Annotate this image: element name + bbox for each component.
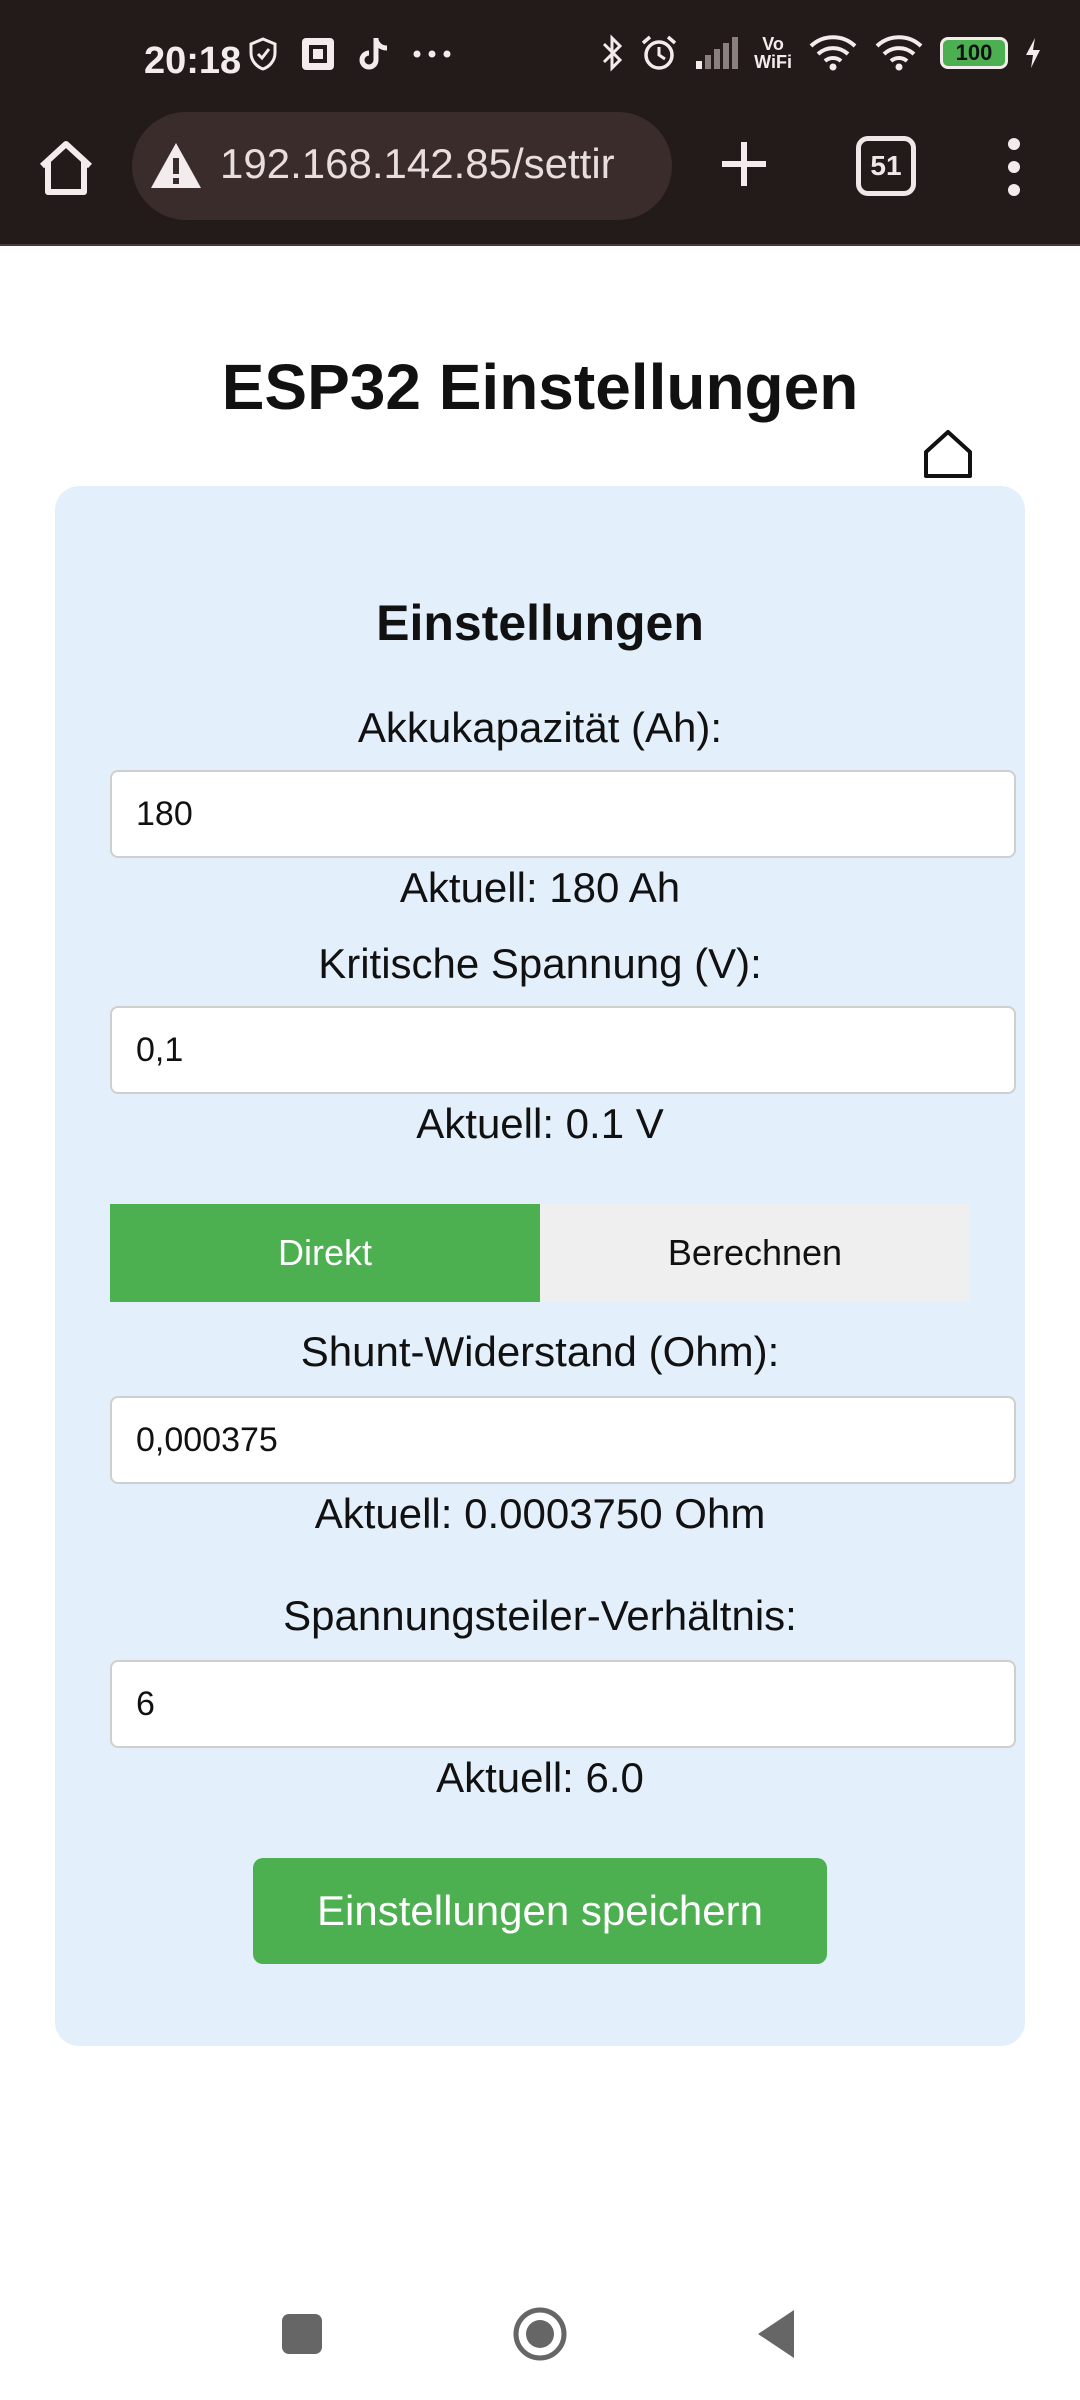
recent-apps-icon[interactable] (282, 2314, 322, 2354)
bluetooth-icon (600, 34, 624, 72)
divider-current: Aktuell: 6.0 (436, 1754, 644, 1801)
mode-direct-button[interactable]: Direkt (110, 1204, 540, 1302)
shunt-input[interactable]: 0,000375 (110, 1396, 1016, 1484)
critical-voltage-current: Aktuell: 0.1 V (416, 1100, 664, 1147)
capacity-input[interactable]: 180 (110, 770, 1016, 858)
status-right-icons: Vo WiFi 100 (600, 34, 1042, 72)
cell-signal-icon (694, 37, 739, 69)
vowifi-top-text: Vo (762, 34, 784, 54)
new-tab-icon[interactable] (714, 134, 774, 194)
wifi-icon (874, 34, 924, 72)
battery-indicator: 100 (940, 37, 1008, 69)
divider-input[interactable]: 6 (110, 1660, 1016, 1748)
settings-card: Einstellungen Akkukapazität (Ah): 180 Ak… (55, 486, 1025, 2046)
back-icon[interactable] (756, 2308, 796, 2360)
status-bar: 20:18 Vo WiFi 100 (0, 0, 1080, 120)
kebab-menu-icon[interactable] (996, 134, 1032, 200)
scan-icon (300, 36, 336, 72)
system-nav-bar (0, 2280, 1080, 2400)
more-dots-icon (412, 49, 452, 59)
alarm-icon (640, 34, 678, 72)
home-icon[interactable] (34, 136, 98, 200)
tab-switcher-button[interactable]: 51 (856, 136, 916, 196)
capacity-label: Akkukapazität (Ah): (357, 704, 723, 751)
save-settings-button[interactable]: Einstellungen speichern (253, 1858, 827, 1964)
tiktok-icon (358, 36, 390, 72)
browser-top-bar: 20:18 Vo WiFi 100 192.168.142.85/settir … (0, 0, 1080, 246)
vowifi-icon: Vo WiFi (754, 35, 792, 71)
shunt-current: Aktuell: 0.0003750 Ohm (314, 1490, 766, 1537)
shunt-label: Shunt-Widerstand (Ohm): (300, 1328, 780, 1375)
settings-heading: Einstellungen (376, 595, 704, 651)
wifi-calling-icon (808, 34, 858, 72)
vowifi-bottom-text: WiFi (754, 52, 792, 72)
status-left-icons (248, 36, 452, 72)
status-time: 20:18 (144, 40, 242, 82)
divider-label: Spannungsteiler-Verhältnis: (283, 1592, 797, 1639)
warning-icon[interactable] (148, 138, 204, 194)
mode-calculate-button[interactable]: Berechnen (540, 1204, 970, 1302)
nav-home-icon[interactable] (512, 2306, 568, 2362)
house-icon[interactable] (922, 428, 974, 480)
critical-voltage-input[interactable]: 0,1 (110, 1006, 1016, 1094)
address-url[interactable]: 192.168.142.85/settir (220, 140, 615, 188)
critical-voltage-label: Kritische Spannung (V): (318, 940, 762, 987)
page-title: ESP32 Einstellungen (221, 351, 859, 423)
capacity-current: Aktuell: 180 Ah (399, 864, 681, 911)
shield-icon (248, 37, 278, 71)
charging-icon (1024, 37, 1042, 69)
address-bar[interactable]: 192.168.142.85/settir (132, 112, 672, 220)
browser-toolbar: 192.168.142.85/settir 51 (0, 112, 1080, 222)
